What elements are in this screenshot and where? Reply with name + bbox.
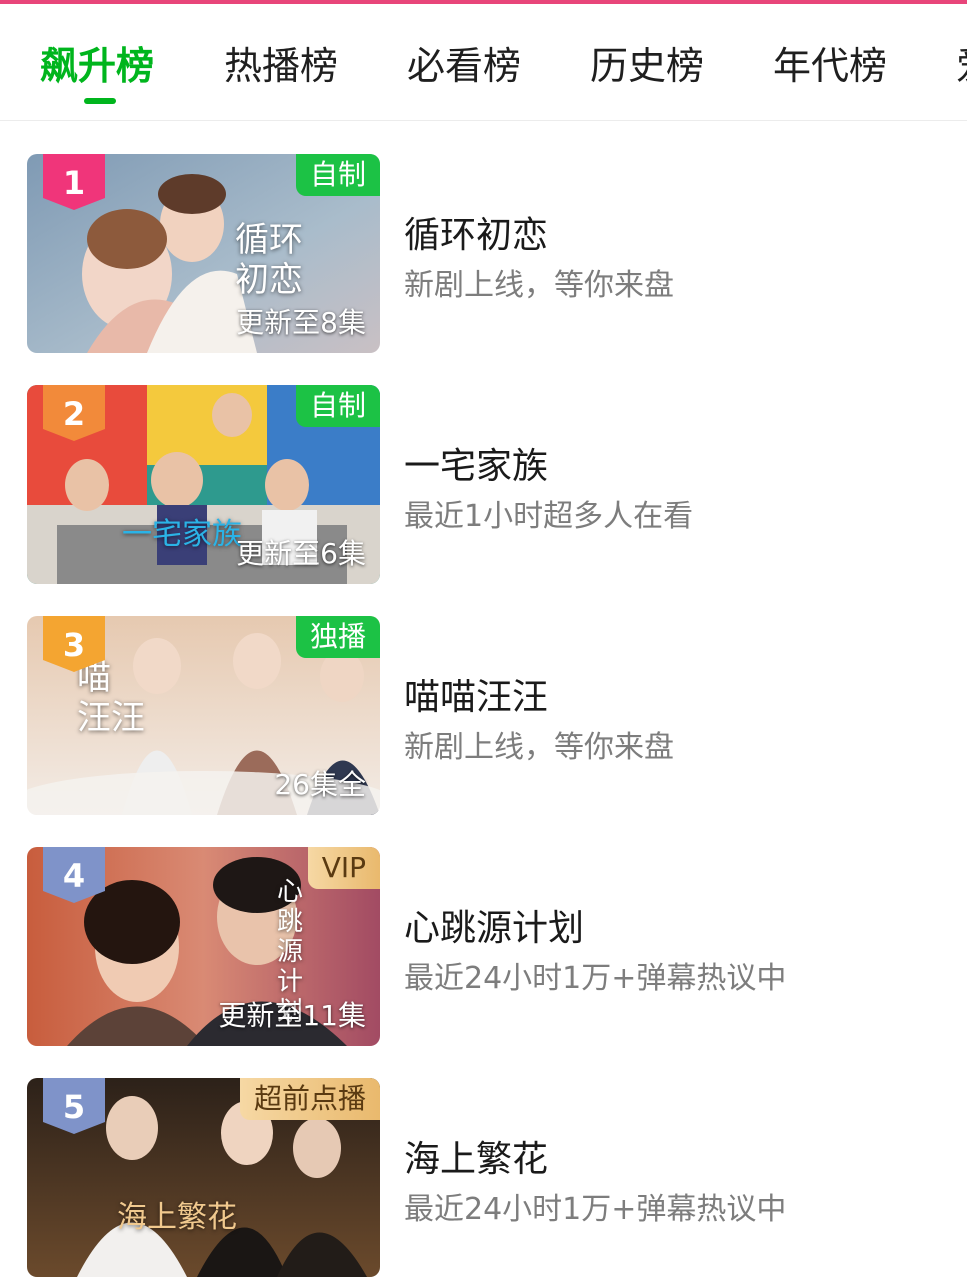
- poster-thumbnail[interactable]: 循环 初恋 1 自制 更新至8集: [27, 154, 380, 353]
- tab-must-watch[interactable]: 必看榜: [407, 40, 521, 92]
- show-description: 最近1小时超多人在看: [404, 499, 694, 534]
- poster-title-art: 一宅家族: [122, 517, 242, 552]
- show-title[interactable]: 海上繁花: [404, 1130, 548, 1182]
- tab-history[interactable]: 历史榜: [590, 40, 704, 92]
- tab-more[interactable]: 爱: [956, 40, 967, 92]
- show-title[interactable]: 循环初恋: [404, 206, 548, 258]
- rank-badge: 5: [43, 1078, 105, 1134]
- show-description: 最近24小时1万+弹幕热议中: [404, 961, 787, 996]
- list-item[interactable]: 循环 初恋 1 自制 更新至8集 循环初恋 新剧上线，等你来盘: [0, 154, 967, 354]
- rank-badge: 4: [43, 847, 105, 903]
- show-description: 新剧上线，等你来盘: [404, 730, 674, 765]
- poster-thumbnail[interactable]: 海上繁花 5 超前点播: [27, 1078, 380, 1277]
- poster-thumbnail[interactable]: 一宅家族 2 自制 更新至6集: [27, 385, 380, 584]
- show-description: 新剧上线，等你来盘: [404, 268, 674, 303]
- status-badge: 自制: [295, 154, 380, 196]
- early-access-badge: 超前点播: [239, 1078, 380, 1120]
- rank-badge: 3: [43, 616, 105, 672]
- rank-number: 5: [62, 1088, 86, 1126]
- rank-badge: 1: [43, 154, 105, 210]
- episode-count: 更新至11集: [218, 999, 366, 1032]
- tab-era[interactable]: 年代榜: [773, 40, 887, 92]
- rank-number: 1: [62, 164, 86, 202]
- rank-badge: 2: [43, 385, 105, 441]
- rank-number: 4: [62, 857, 86, 895]
- episode-count: 更新至6集: [236, 537, 366, 570]
- active-tab-indicator: [84, 98, 116, 104]
- episode-count: 26集全: [274, 768, 366, 801]
- rank-number: 3: [62, 626, 86, 664]
- episode-count: 更新至8集: [236, 306, 366, 339]
- status-badge: 自制: [295, 385, 380, 427]
- show-title[interactable]: 一宅家族: [404, 437, 548, 489]
- list-item[interactable]: 海上繁花 5 超前点播 海上繁花 最近24小时1万+弹幕热议中: [0, 1078, 967, 1278]
- poster-thumbnail[interactable]: 心跳源计划 4 VIP 更新至11集: [27, 847, 380, 1046]
- show-description: 最近24小时1万+弹幕热议中: [404, 1192, 787, 1227]
- tab-rising[interactable]: 飙升榜: [40, 40, 154, 92]
- status-badge: 独播: [295, 616, 380, 658]
- poster-title-art: 循环 初恋: [235, 220, 303, 300]
- show-title[interactable]: 心跳源计划: [404, 899, 584, 951]
- rank-number: 2: [62, 395, 86, 433]
- vip-badge: VIP: [307, 847, 380, 889]
- list-item[interactable]: 心跳源计划 4 VIP 更新至11集 心跳源计划 最近24小时1万+弹幕热议中: [0, 847, 967, 1047]
- poster-title-art: 海上繁花: [117, 1200, 237, 1235]
- tab-hot[interactable]: 热播榜: [224, 40, 338, 92]
- poster-thumbnail[interactable]: 喵 汪汪 3 独播 26集全: [27, 616, 380, 815]
- list-item[interactable]: 一宅家族 2 自制 更新至6集 一宅家族 最近1小时超多人在看: [0, 385, 967, 585]
- ranking-tabs: 飙升榜 热播榜 必看榜 历史榜 年代榜 爱: [0, 4, 967, 121]
- list-item[interactable]: 喵 汪汪 3 独播 26集全 喵喵汪汪 新剧上线，等你来盘: [0, 616, 967, 816]
- show-title[interactable]: 喵喵汪汪: [404, 668, 548, 720]
